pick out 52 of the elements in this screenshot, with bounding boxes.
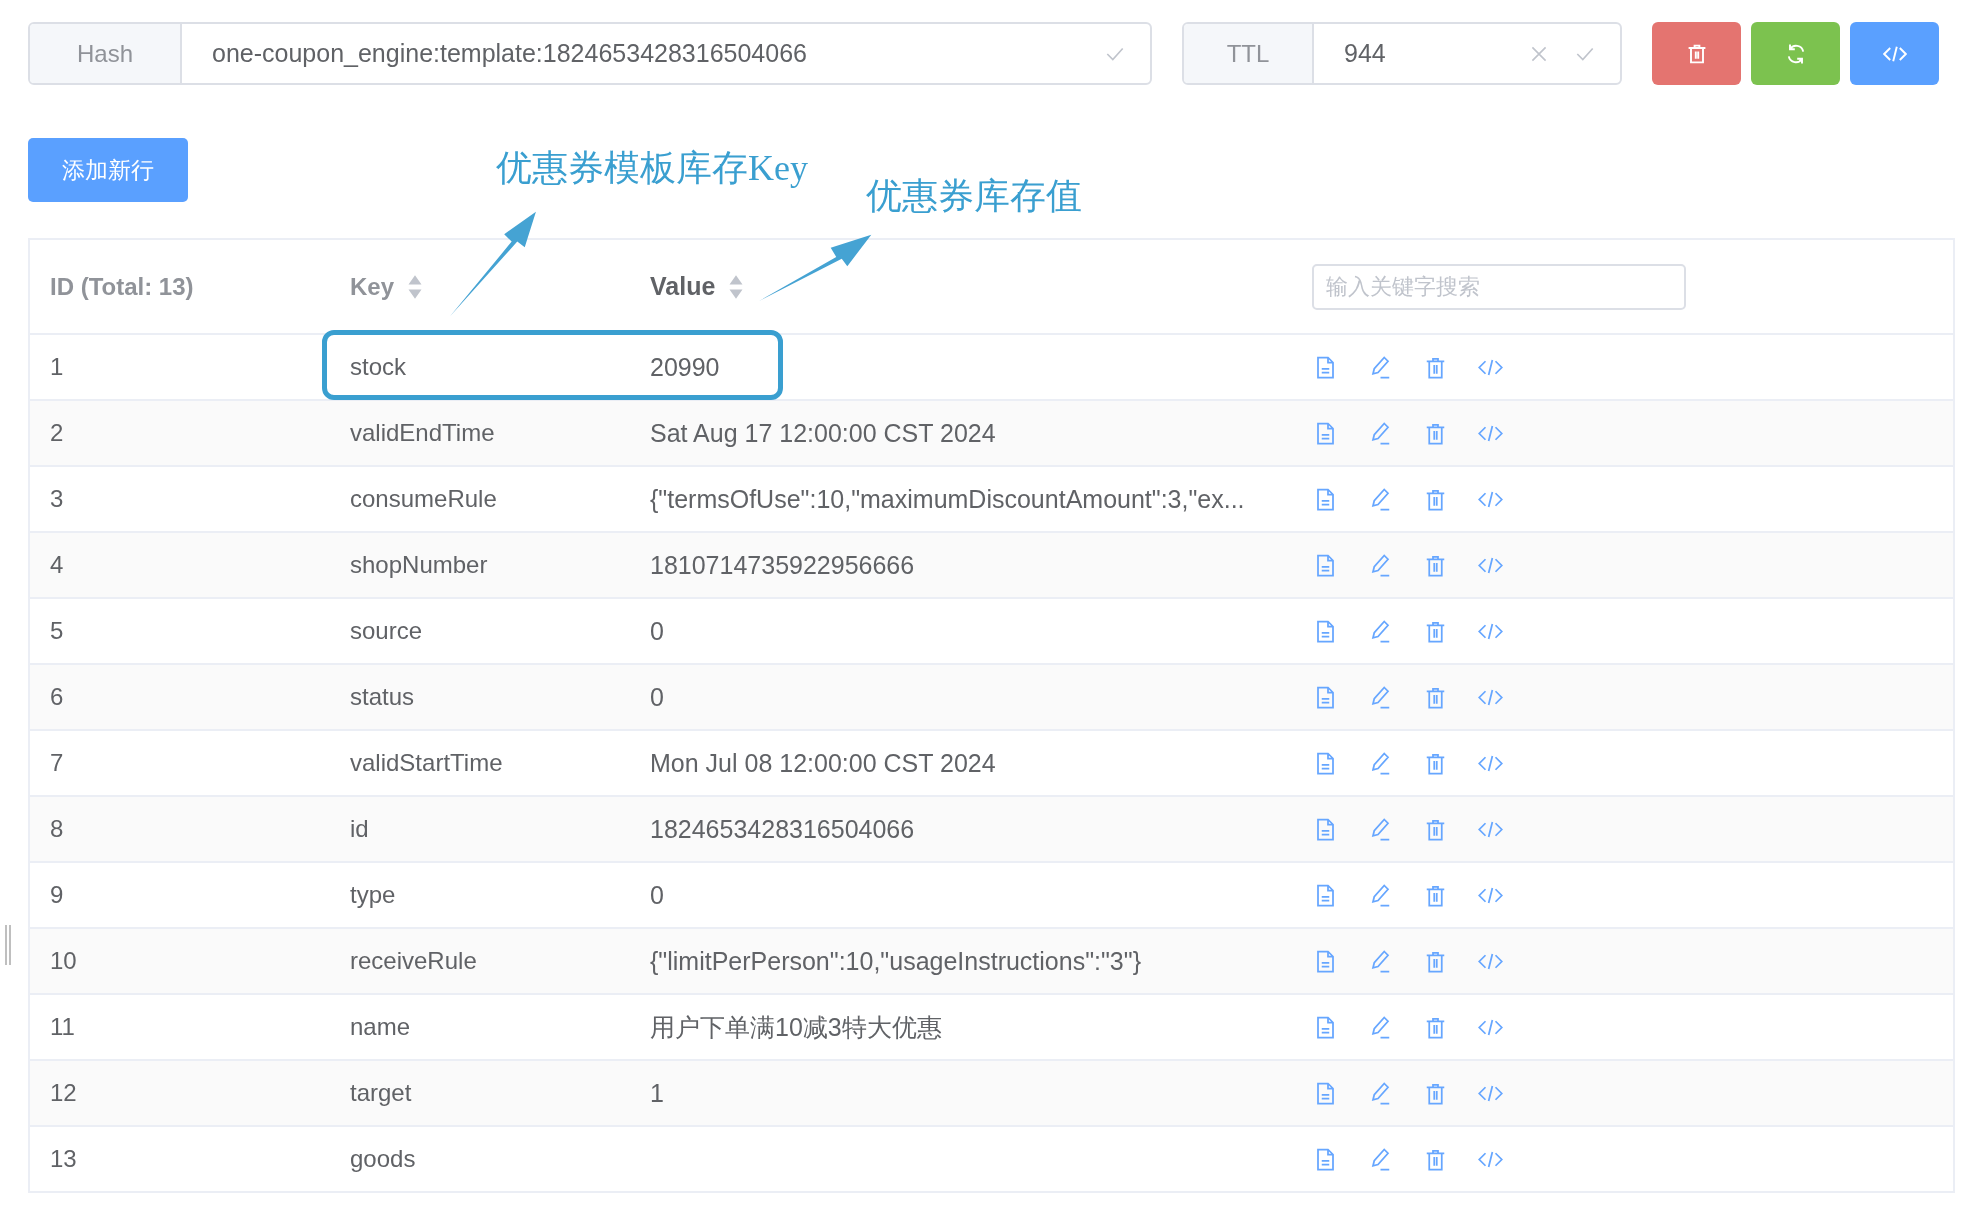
table-cell-text: type bbox=[349, 881, 397, 909]
table-cell-text: target bbox=[349, 1079, 413, 1107]
table-cell-text: receiveRule bbox=[349, 947, 478, 975]
table-cell: {"termsOfUse":10,"maximumDiscountAmount":3,"ex... bbox=[650, 484, 1245, 514]
table-cell-text: 7 bbox=[49, 749, 65, 777]
table-cell-text: goods bbox=[349, 1145, 417, 1173]
table-cell: 0 bbox=[650, 880, 664, 910]
table-cell-text: id bbox=[349, 815, 370, 843]
table-cell-text: stock bbox=[349, 353, 407, 381]
table-cell-text: 4 bbox=[49, 551, 65, 579]
ttl-field[interactable]: TTL 944 bbox=[1182, 22, 1622, 85]
table-cell-text: 3 bbox=[49, 485, 65, 513]
column-header[interactable]: Key bbox=[350, 272, 395, 301]
table-cell: Mon Jul 08 12:00:00 CST 2024 bbox=[650, 748, 996, 778]
table-cell: 1824653428316504066 bbox=[650, 814, 915, 844]
table-cell-text: status bbox=[349, 683, 416, 711]
table-cell-text: consumeRule bbox=[349, 485, 498, 513]
table-cell-text: 8 bbox=[49, 815, 65, 843]
code-button[interactable] bbox=[1850, 22, 1939, 85]
table-cell: Sat Aug 17 12:00:00 CST 2024 bbox=[650, 418, 996, 448]
table-cell-text: 2 bbox=[49, 419, 65, 447]
table-cell-text: validEndTime bbox=[349, 419, 496, 447]
table-cell-text: 9 bbox=[49, 881, 65, 909]
table-cell: {"limitPerPerson":10,"usageInstructions":"3"} bbox=[650, 946, 1141, 976]
table-cell-text: 1 bbox=[49, 353, 65, 381]
table-cell: 0 bbox=[650, 682, 664, 712]
ttl-label: TTL bbox=[1184, 24, 1314, 83]
refresh-button[interactable] bbox=[1751, 22, 1840, 85]
hash-value: one-coupon_engine:template:1824653428316504066 bbox=[211, 39, 808, 68]
table-cell: 20990 bbox=[650, 352, 720, 382]
resize-handle-icon[interactable] bbox=[4, 925, 12, 965]
table-cell: 0 bbox=[650, 616, 664, 646]
table-cell-text: 用户下单满10减3特大优惠 bbox=[650, 1011, 942, 1043]
hash-field[interactable]: Hash one-coupon_engine:template:1824653428316504066 bbox=[28, 22, 1152, 85]
column-header: ID (Total: 13) bbox=[49, 272, 195, 301]
hash-label: Hash bbox=[30, 24, 182, 83]
table-cell-text: 11 bbox=[49, 1013, 76, 1041]
table-cell-text: name bbox=[349, 1013, 412, 1041]
table-cell-text: source bbox=[349, 617, 424, 645]
table-cell-text: shopNumber bbox=[349, 551, 489, 579]
table-cell-text: 10 bbox=[49, 947, 78, 975]
ttl-value: 944 bbox=[1343, 39, 1387, 68]
delete-button[interactable] bbox=[1652, 22, 1741, 85]
table-cell-text: 12 bbox=[49, 1079, 78, 1107]
table-cell: 1810714735922956666 bbox=[650, 550, 915, 580]
table-cell-text: 5 bbox=[49, 617, 65, 645]
table-cell-text: 13 bbox=[49, 1145, 78, 1173]
table-cell: 1 bbox=[650, 1078, 664, 1108]
column-header[interactable]: Value bbox=[650, 272, 716, 301]
table-cell-text: validStartTime bbox=[349, 749, 504, 777]
table-cell-text: 6 bbox=[49, 683, 65, 711]
search-field[interactable]: 输入关键字搜索 bbox=[1311, 263, 1686, 310]
